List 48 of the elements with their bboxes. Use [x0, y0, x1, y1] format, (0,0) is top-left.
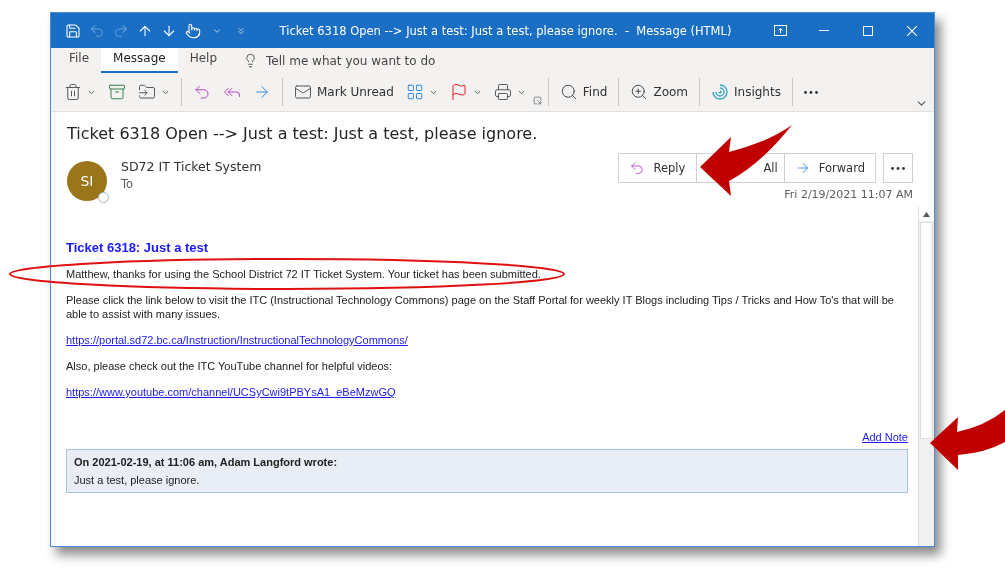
ticket-heading: Ticket 6318: Just a test — [66, 240, 210, 255]
quote-text: Just a test, please ignore. — [74, 474, 201, 486]
more-icon — [803, 90, 818, 94]
message-date: Fri 2/19/2021 11:07 AM — [784, 188, 913, 201]
to-label: To — [121, 177, 135, 191]
paragraph: Please click the link below to visit the ITC (Instructional Technology Commons) page on the Staff Portal for weekly IT Blogs including Tips / Tricks and How To's that will be able to assist with many issues. — [66, 293, 895, 321]
save-icon[interactable] — [65, 22, 81, 39]
presence-icon — [98, 192, 109, 203]
maximize-icon — [863, 25, 873, 36]
message-subject: Ticket 6318 Open --> Just a test: Just a test, please ignore. — [67, 124, 539, 143]
menu-tab[interactable]: Message — [101, 48, 178, 73]
mark-unread-button[interactable]: Mark Unread — [289, 80, 399, 104]
search-icon — [559, 83, 578, 101]
find-button[interactable]: Find — [554, 80, 613, 104]
scrollbar[interactable] — [918, 207, 934, 546]
insights-button[interactable]: Insights — [706, 80, 786, 104]
paragraph: Matthew, thanks for using the School District 72 IT Ticket System. Your ticket has been submitted. — [66, 267, 542, 281]
trash-icon — [64, 83, 82, 101]
menu-tab[interactable]: File — [57, 48, 102, 73]
quote-header: On 2021-02-19, at 11:06 am, Adam Langford wrote: — [74, 456, 339, 468]
sender-avatar: SI — [67, 161, 107, 201]
close-icon — [907, 25, 917, 36]
launcher-icon[interactable] — [532, 96, 542, 105]
reply-icon — [193, 83, 211, 101]
zoom-button[interactable]: Zoom — [625, 80, 693, 104]
link[interactable]: https://portal.sd72.bc.ca/Instruction/InstructionalTechnologyCommons/ — [66, 334, 408, 346]
scroll-up-icon[interactable] — [923, 211, 930, 217]
folder-icon — [138, 83, 156, 101]
link[interactable]: https://www.youtube.com/channel/UCSyCwi9tPBYsA1_eBeMzwGQ — [66, 386, 396, 398]
grid-icon — [405, 83, 424, 101]
minimize-icon — [819, 30, 829, 31]
ribbon-options-icon — [773, 25, 787, 36]
zoom-icon — [630, 83, 649, 101]
forward-icon — [253, 83, 271, 101]
touch-icon[interactable] — [185, 22, 201, 39]
sender-name: SD72 IT Ticket System — [121, 159, 263, 174]
customize-icon[interactable] — [236, 25, 246, 36]
tell-me-field[interactable]: Tell me what you want to do — [264, 52, 469, 69]
menu-tab[interactable]: Help — [177, 48, 230, 73]
envelope-icon — [294, 83, 312, 101]
add-note-link[interactable]: Add Note — [862, 431, 908, 443]
flag-icon — [449, 83, 468, 101]
paragraph: Also, please check out the ITC YouTube channel for helpful videos: — [66, 359, 394, 373]
insights-icon — [711, 83, 729, 101]
reply-icon — [629, 160, 646, 176]
window-title: Ticket 6318 Open --> Just a test: Just a test, please ignore. - Message (HTML) — [278, 23, 733, 38]
more-icon — [891, 166, 905, 170]
archive-icon — [108, 83, 126, 101]
